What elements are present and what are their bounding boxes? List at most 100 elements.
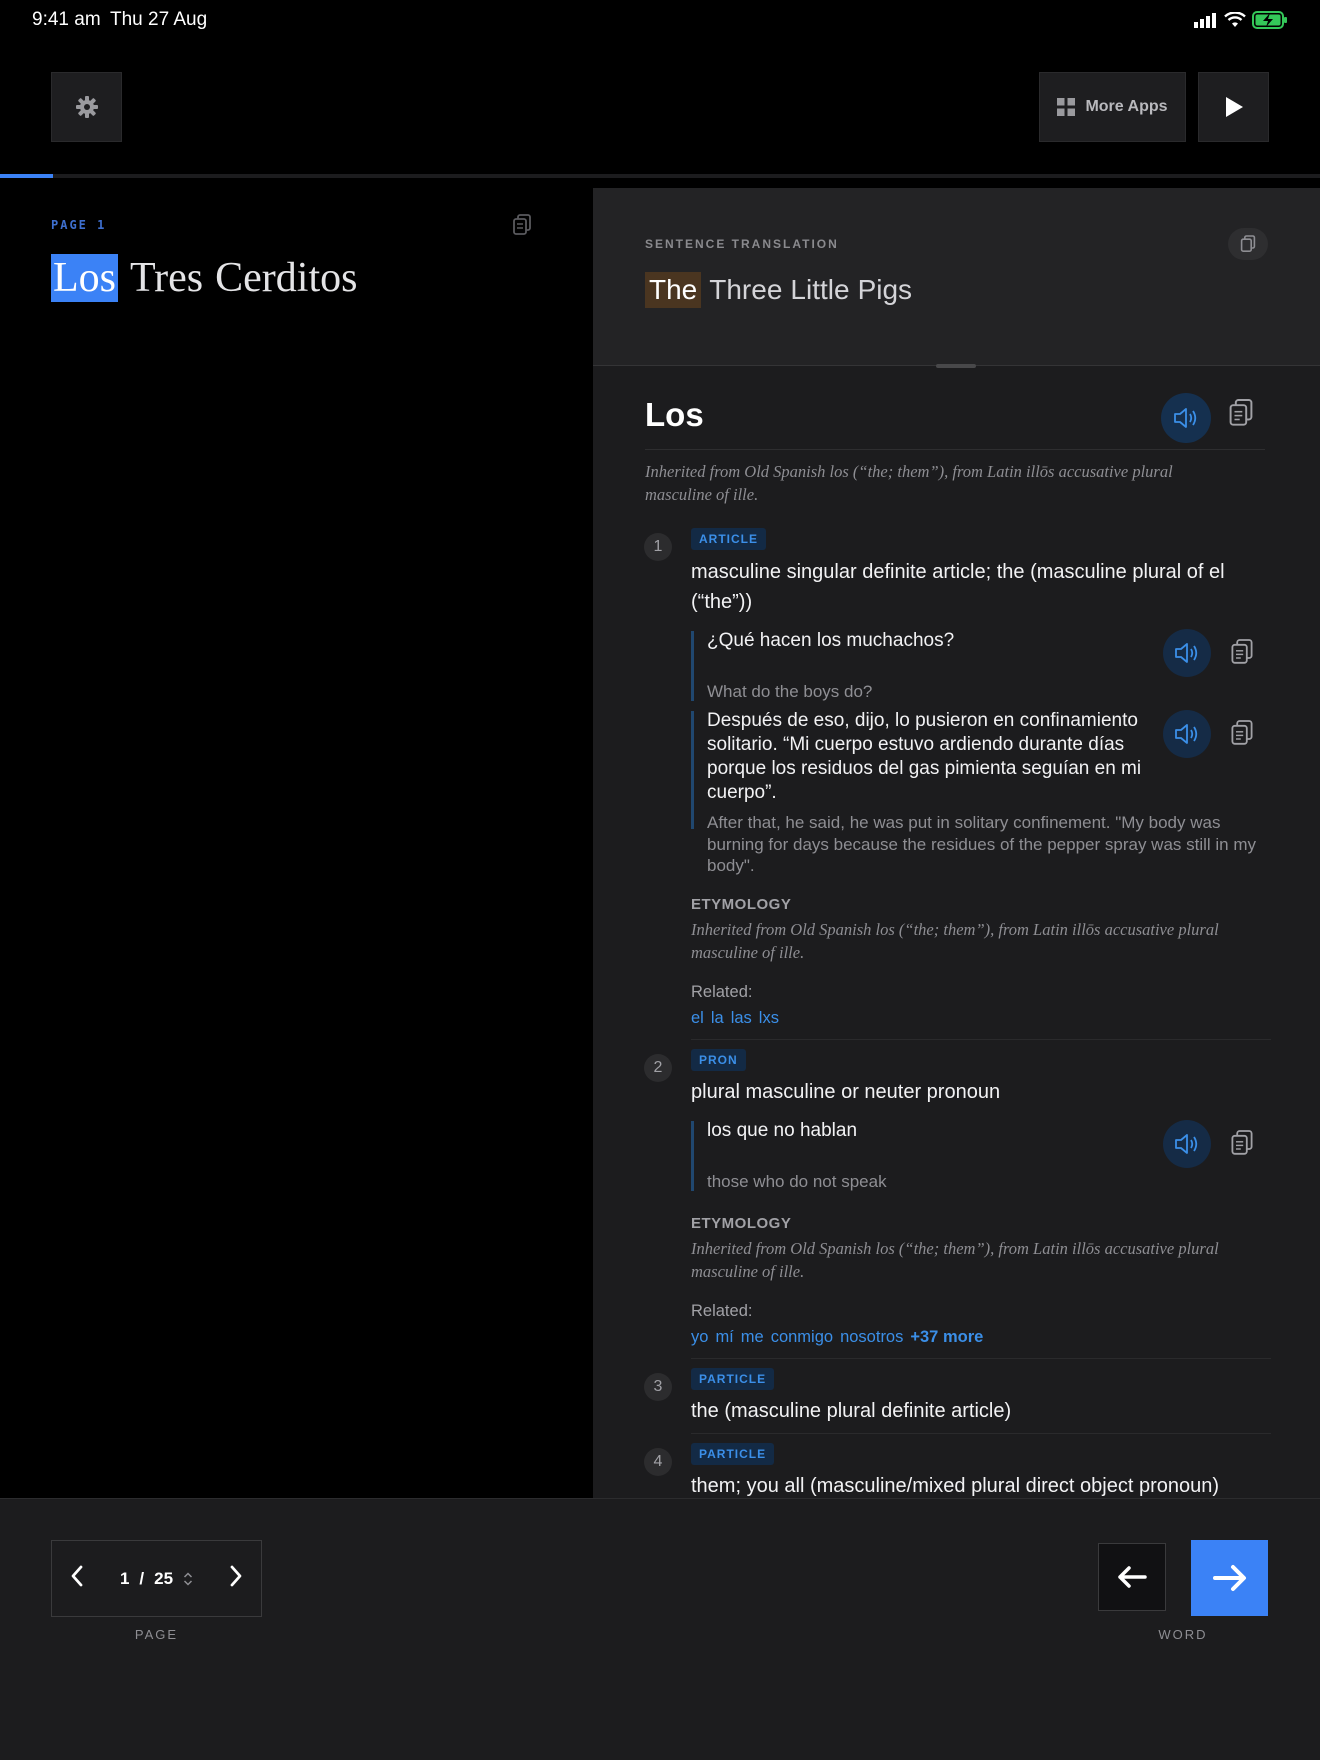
etymology-heading: ETYMOLOGY [691,1215,792,1232]
related-word-link[interactable]: nosotros [840,1328,903,1347]
related-label: Related: [691,983,753,1001]
grid-apps-icon [1057,98,1076,116]
example-translation: After that, he said, he was put in solit… [707,813,1257,875]
play-example-audio-button[interactable] [1163,710,1211,758]
word-token[interactable]: Tres [130,254,203,302]
related-word-link[interactable]: mí [715,1328,733,1347]
copy-icon [1240,235,1256,252]
panel-drag-handle[interactable] [936,364,976,368]
previous-page-button[interactable] [70,1565,84,1592]
example-bar [691,1121,694,1191]
copy-word-button[interactable] [1228,398,1254,433]
previous-word-button[interactable] [1098,1543,1166,1611]
divider [691,1039,1271,1040]
related-label: Related: [691,1302,753,1320]
divider [645,449,1265,450]
play-icon [1225,97,1243,117]
example-bar [691,631,694,701]
divider [691,1358,1271,1359]
sense-definition: masculine singular definite article; the… [691,561,1225,613]
play-example-audio-button[interactable] [1163,629,1211,677]
reading-progress-track [0,174,1320,178]
related-word-link[interactable]: la [711,1009,724,1028]
sense-definition: plural masculine or neuter pronoun [691,1081,1001,1103]
related-word-link[interactable]: lxs [759,1009,779,1028]
chevron-right-icon [230,1565,242,1587]
page-counter[interactable]: 1 / 25 [120,1569,193,1589]
status-date: Thu 27 Aug [110,9,208,30]
gear-icon [75,96,98,118]
sense-etymology: Inherited from Old Spanish los (“the; th… [691,1239,1219,1281]
copy-translation-button[interactable] [1228,228,1268,260]
page-number-label: PAGE 1 [51,218,107,232]
sense-number: 2 [644,1054,672,1082]
speaker-icon [1175,1134,1198,1154]
sense-number: 4 [644,1448,672,1476]
related-word-link[interactable]: las [731,1009,752,1028]
sense-number: 1 [644,533,672,561]
page-navigator: 1 / 25 [51,1540,262,1617]
copy-page-button[interactable] [512,214,532,241]
status-icons [1194,11,1288,29]
translation-word-highlighted: The [645,272,702,308]
part-of-speech-badge: PARTICLE [691,1443,775,1465]
example-translation: those who do not speak [707,1172,887,1191]
copy-example-button[interactable] [1230,638,1254,671]
more-apps-button[interactable]: More Apps [1039,72,1186,142]
part-of-speech-badge: PARTICLE [691,1368,775,1390]
status-time: 9:41 am [32,9,101,30]
play-word-audio-button[interactable] [1161,393,1211,443]
more-apps-label: More Apps [1085,98,1168,115]
next-page-button[interactable] [229,1565,243,1592]
example-bar [691,711,694,829]
reading-progress-fill [0,174,53,178]
sentence-translation-section: SENTENCE TRANSLATION The Three Little Pi… [593,188,1320,366]
page-nav-label: PAGE [134,1627,179,1642]
related-words: el la las lxs [691,1009,779,1028]
sense-number: 3 [644,1373,672,1401]
speaker-icon [1175,643,1198,663]
related-word-link[interactable]: me [741,1328,764,1347]
etymology-heading: ETYMOLOGY [691,896,792,913]
translation-word: Little [790,274,850,305]
related-words: yo mí me conmigo nosotros +37 more [691,1328,983,1347]
copy-example-button[interactable] [1230,1129,1254,1162]
play-example-audio-button[interactable] [1163,1120,1211,1168]
sense-definition: the (masculine plural definite article) [691,1400,1012,1422]
word-token[interactable]: Cerditos [215,254,357,302]
current-page: 1 [119,1568,130,1588]
dictionary-panel: SENTENCE TRANSLATION The Three Little Pi… [593,188,1320,1498]
translation-word: Pigs [857,274,913,305]
sense-definition: them; you all (masculine/mixed plural di… [691,1475,1220,1497]
related-word-link[interactable]: yo [691,1328,708,1347]
next-word-button[interactable] [1191,1540,1268,1616]
cellular-signal-icon [1194,13,1216,28]
chevron-up-down-icon [184,1571,193,1586]
example-sentence: los que no hablan [707,1120,858,1141]
arrow-right-icon [1212,1565,1246,1591]
related-more-link[interactable]: +37 more [910,1328,983,1347]
part-of-speech-badge: ARTICLE [691,528,766,550]
related-word-link[interactable]: conmigo [771,1328,833,1347]
total-pages: 25 [154,1568,174,1588]
battery-charging-icon [1252,11,1287,29]
part-of-speech-badge: PRON [691,1049,746,1071]
divider [691,1433,1271,1434]
speaker-icon [1175,724,1198,744]
word-etymology: Inherited from Old Spanish los (“the; th… [645,462,1173,504]
copy-icon [1229,399,1253,426]
sentence-translation-text: The Three Little Pigs [645,272,912,308]
chevron-left-icon [71,1565,83,1587]
translation-word: Three [709,274,783,305]
copy-icon [1231,1130,1253,1155]
related-word-link[interactable]: el [691,1009,704,1028]
arrow-left-icon [1118,1566,1147,1588]
word-token-selected[interactable]: Los [51,254,118,302]
example-sentence: Después de eso, dijo, lo pusieron en con… [707,710,1142,803]
headword: Los [645,396,704,433]
copy-example-button[interactable] [1230,719,1254,752]
example-sentence: ¿Qué hacen los muchachos? [707,630,955,651]
settings-button[interactable] [51,72,122,142]
copy-icon [513,214,531,235]
play-button[interactable] [1198,72,1269,142]
